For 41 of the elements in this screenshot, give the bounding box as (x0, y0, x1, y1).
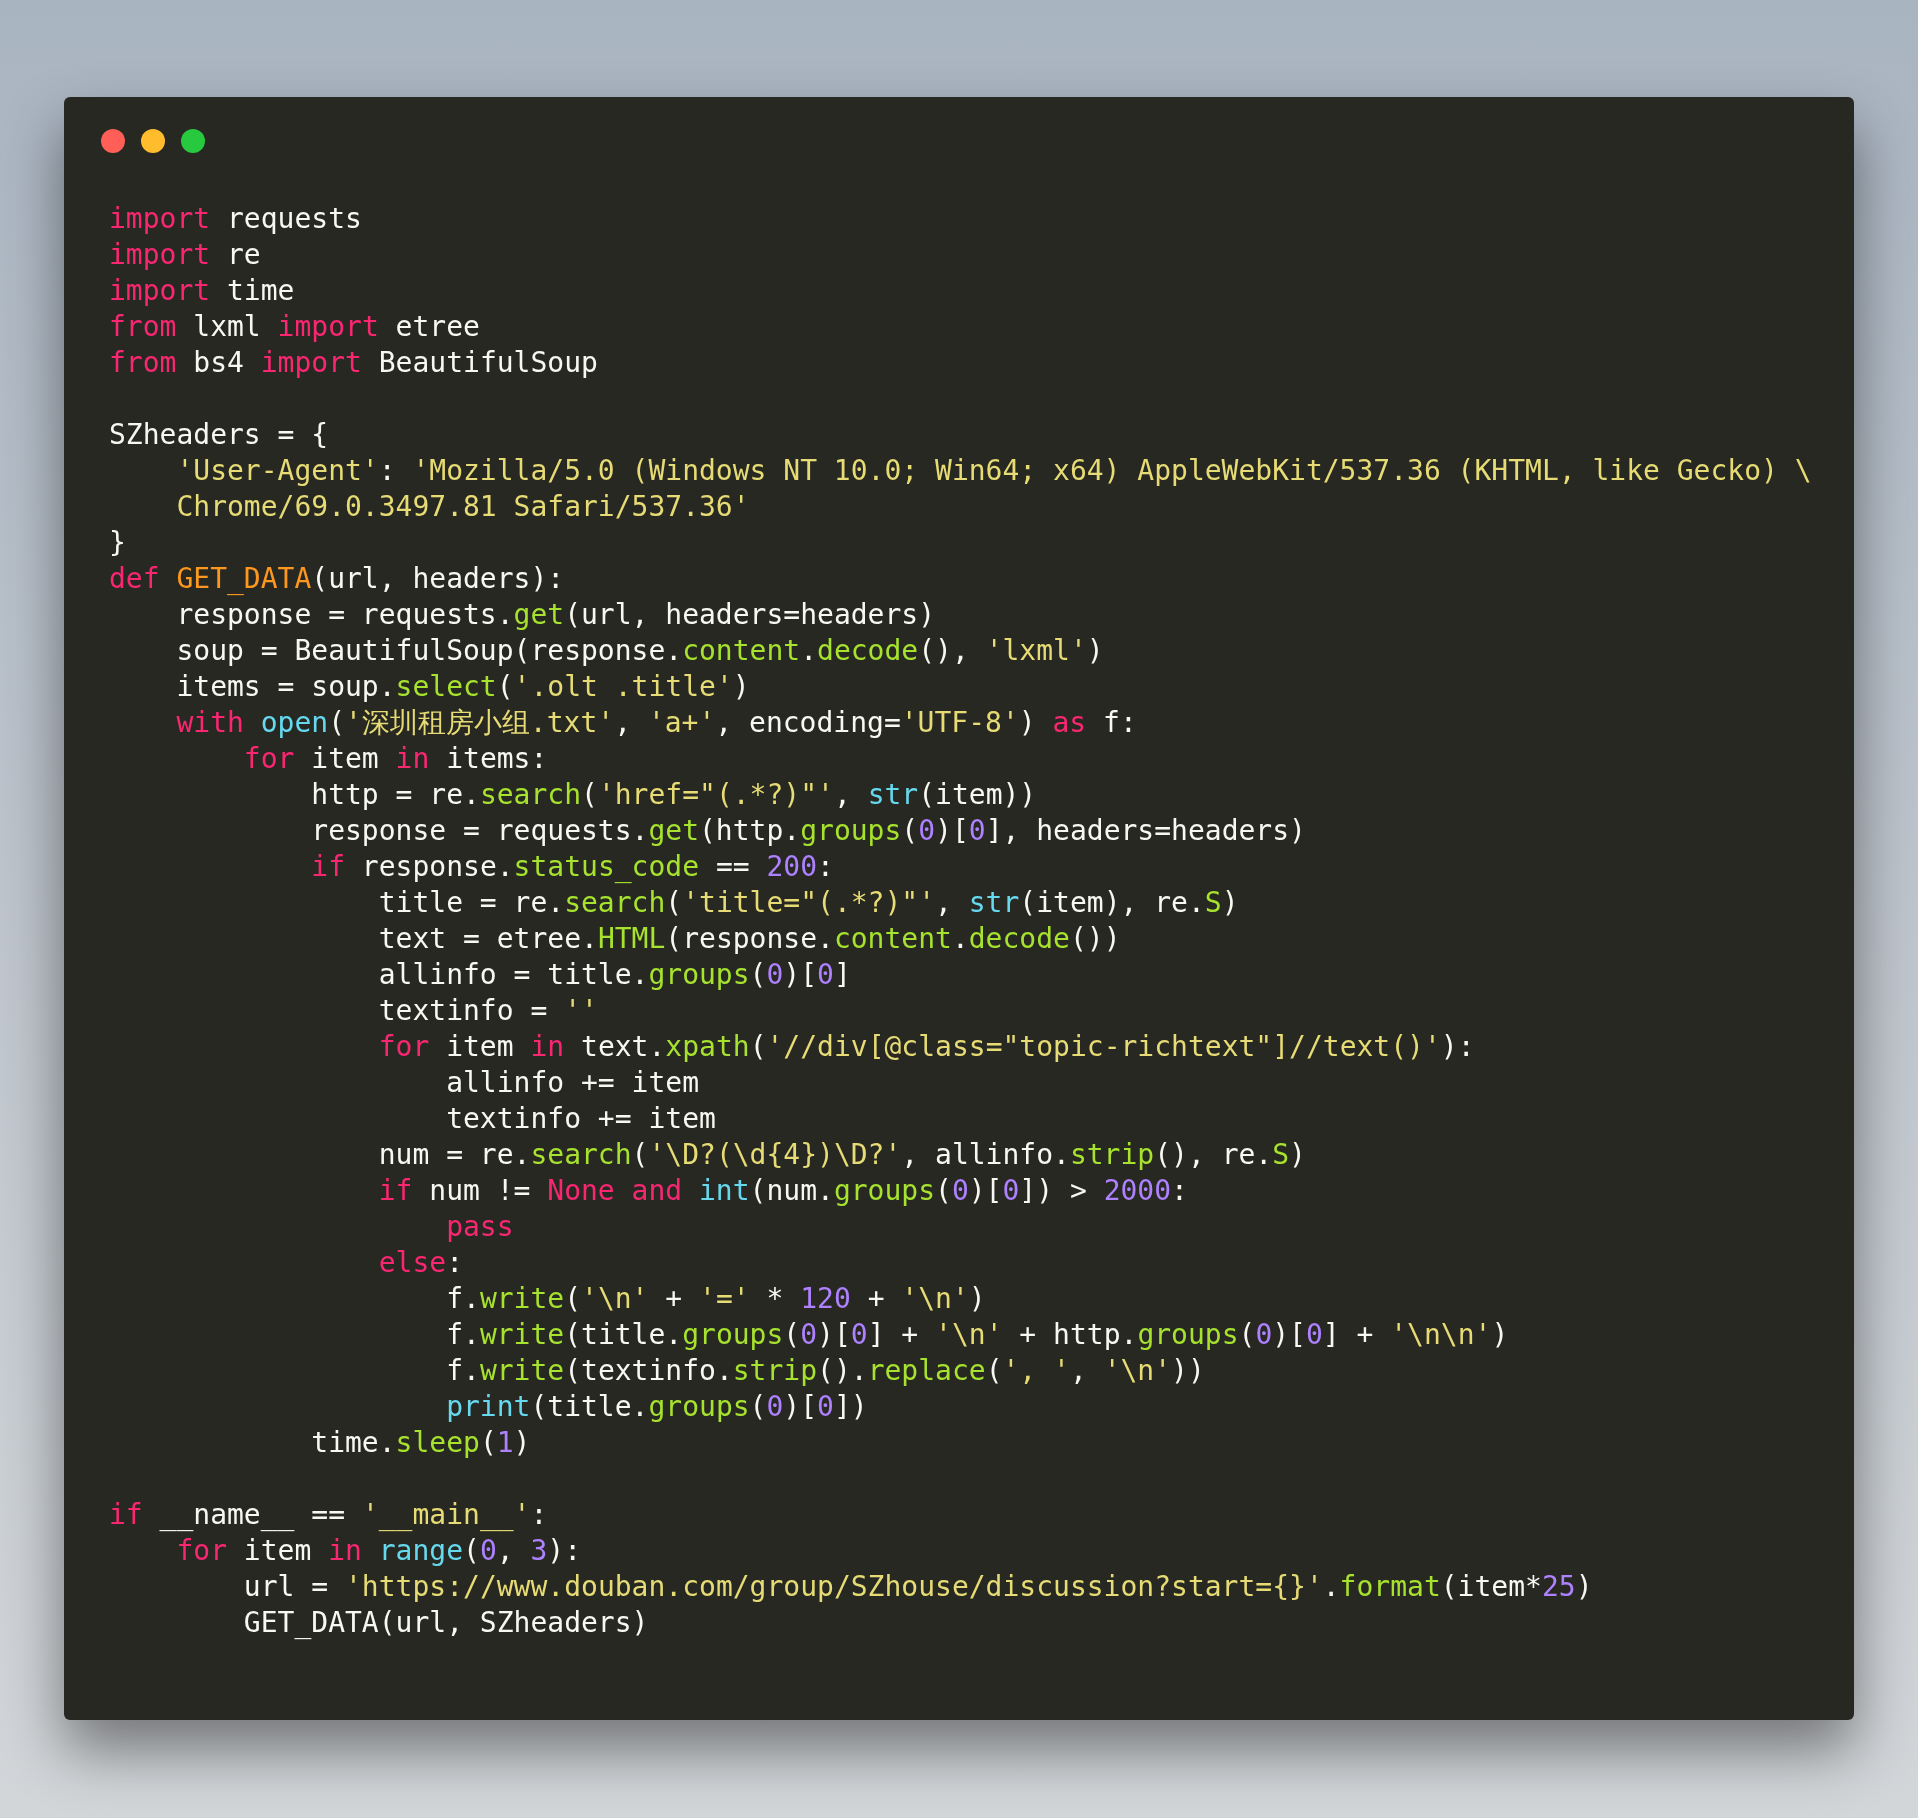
code-line: if __name__ == '__main__': (109, 1497, 549, 1533)
code-line: response = requests.get(http.groups(0)[0], headers=headers) (310, 813, 1307, 849)
code-line: response = requests.get(url, headers=headers) (175, 597, 937, 633)
window-control-dot[interactable] (101, 129, 125, 153)
code-line: import requests (109, 201, 363, 237)
code-line: if response.status_code == 200: (310, 849, 835, 885)
code-line: pass (445, 1209, 515, 1245)
code-line: time.sleep(1) (310, 1425, 532, 1461)
code-line: items = soup.select('.olt .title') (175, 669, 751, 705)
code-line: textinfo = '' (377, 993, 599, 1029)
code-line: soup = BeautifulSoup(response.content.decode(), 'lxml') (175, 633, 1105, 669)
code-line: print(title.groups(0)[0]) (445, 1389, 869, 1425)
code-line: for item in text.xpath('//div[@class="topic-richtext"]//text()'): (377, 1029, 1476, 1065)
code-line: import time (109, 273, 296, 309)
code-line: SZheaders = { (109, 417, 330, 453)
code-line: url = 'https://www.douban.com/group/SZhouse/discussion?start={}'.format(item*25) (242, 1569, 1594, 1605)
code-line: textinfo += item (445, 1101, 717, 1137)
code-line: if num != None and int(num.groups(0)[0]) > 2000: (377, 1173, 1189, 1209)
code-line: title = re.search('title="(.*?)"', str(item), re.S) (377, 885, 1240, 921)
code-line: num = re.search('\D?(\d{4})\D?', allinfo.strip(), re.S) (377, 1137, 1307, 1173)
code-line: } (109, 525, 127, 561)
window-control-dot[interactable] (181, 129, 205, 153)
code-line: f.write(title.groups(0)[0] + '\n' + http.groups(0)[0] + '\n\n') (445, 1317, 1510, 1353)
code-line: allinfo += item (445, 1065, 700, 1101)
code-line: http = re.search('href="(.*?)"', str(item)) (310, 777, 1038, 813)
code-line: text = etree.HTML(response.content.decode()) (377, 921, 1122, 957)
code-line: for item in items: (242, 741, 549, 777)
code-line: f.write('\n' + '=' * 120 + '\n') (445, 1281, 987, 1317)
code-line: else: (377, 1245, 464, 1281)
code-line: import re (109, 237, 262, 273)
window-control-dot[interactable] (141, 129, 165, 153)
code-line: def GET_DATA(url, headers): (109, 561, 566, 597)
code-line: 'User-Agent': 'Mozilla/5.0 (Windows NT 10.0; Win64; x64) AppleWebKit/537.36 (KHTML, like Gecko) \ (175, 453, 1809, 489)
code-line: allinfo = title.groups(0)[0] (377, 957, 852, 993)
code-line: from bs4 import BeautifulSoup (109, 345, 599, 381)
code-line: Chrome/69.0.3497.81 Safari/537.36' (175, 489, 751, 525)
code-line: with open('深圳租房小组.txt', 'a+', encoding='UTF-8') as f: (175, 705, 1138, 741)
code-line: GET_DATA(url, SZheaders) (242, 1605, 650, 1641)
code-line: for item in range(0, 3): (175, 1533, 583, 1569)
code-line: from lxml import etree (109, 309, 481, 345)
code-line: f.write(textinfo.strip().replace(', ', '\n')) (445, 1353, 1206, 1389)
